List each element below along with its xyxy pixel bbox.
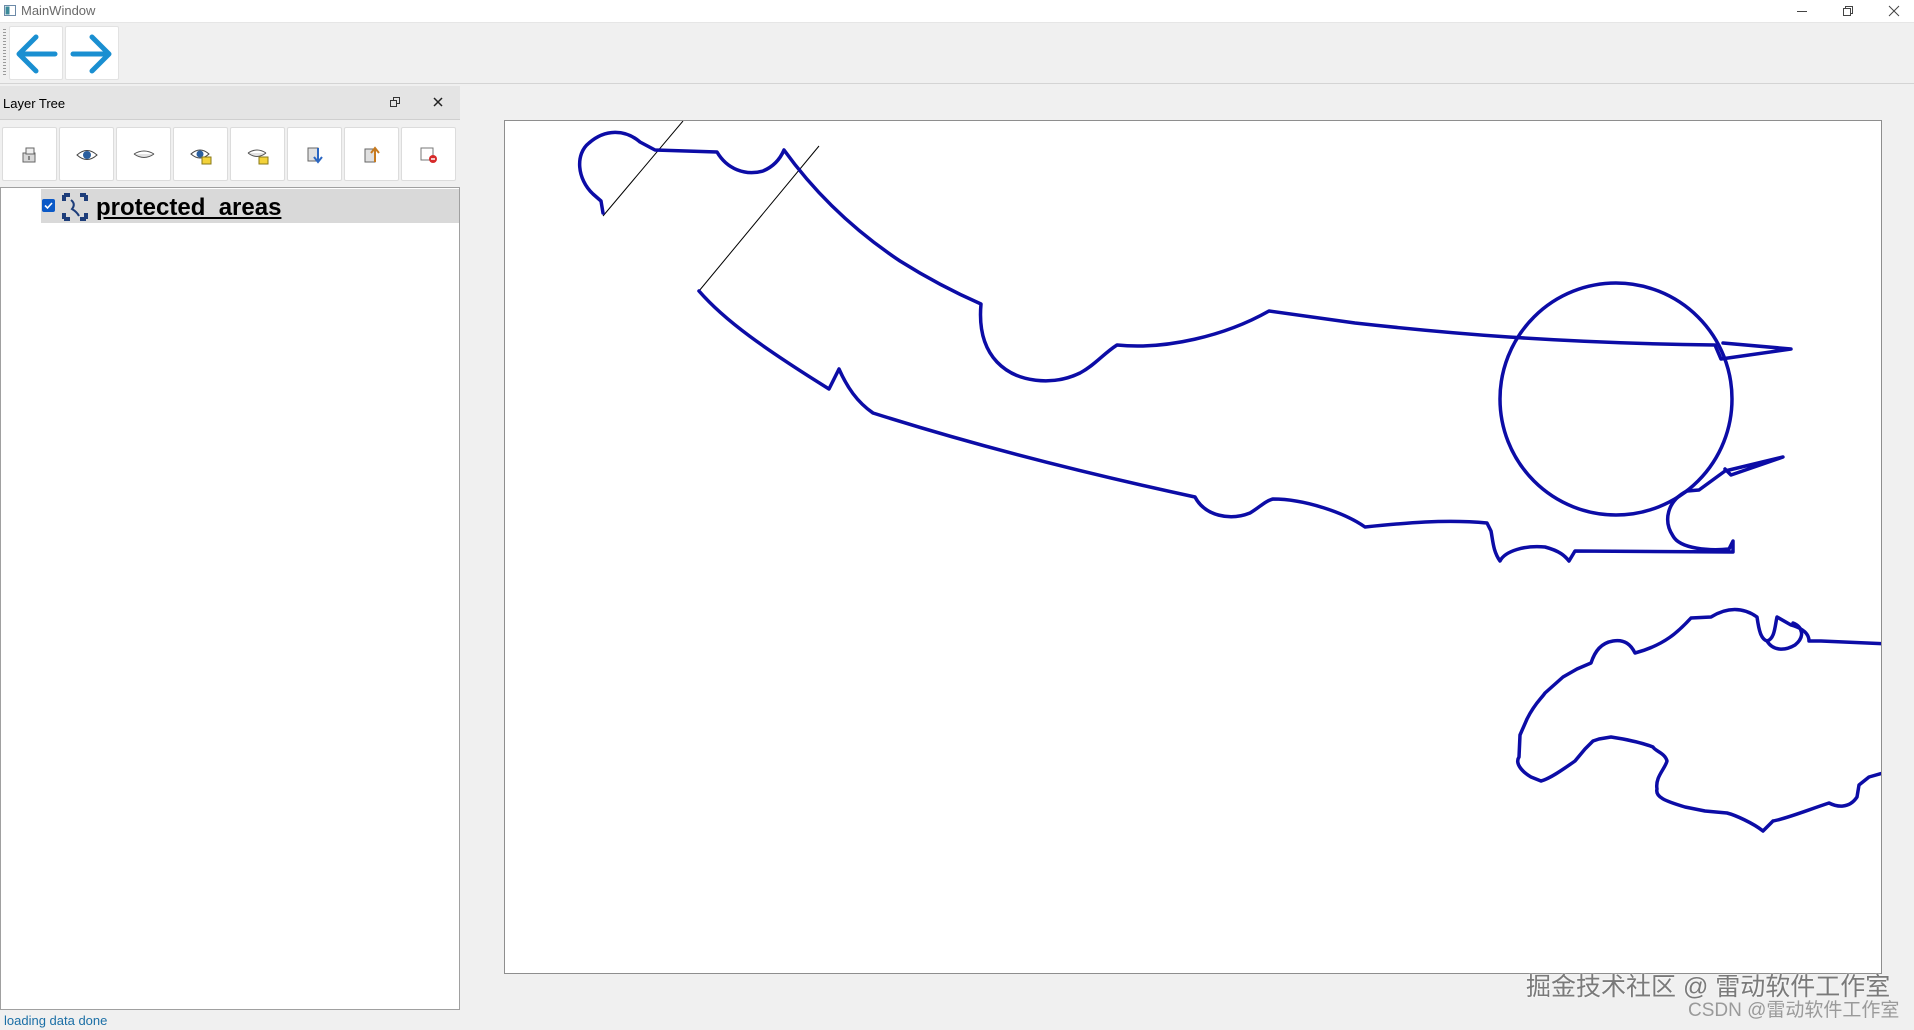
minimize-icon: [1797, 11, 1807, 12]
layer-tree-dock-title[interactable]: Layer Tree: [0, 86, 460, 120]
hide-selected-button[interactable]: [230, 127, 285, 181]
map-features: [577, 121, 1881, 833]
close-window-button[interactable]: [1871, 0, 1914, 22]
show-all-icon: [76, 150, 98, 160]
main-toolbar: [0, 23, 1914, 84]
add-group-icon: [22, 147, 36, 163]
move-down-icon: [307, 147, 323, 164]
toolbar-grip[interactable]: [3, 29, 6, 77]
window-title: MainWindow: [21, 3, 96, 18]
restore-button[interactable]: [1825, 0, 1871, 22]
float-dock-icon[interactable]: [388, 95, 402, 109]
show-selected-button[interactable]: [173, 127, 228, 181]
hide-selected-icon: [247, 149, 269, 165]
add-group-button[interactable]: [2, 127, 57, 181]
forward-button[interactable]: [65, 26, 119, 80]
restore-icon: [1843, 6, 1853, 16]
minimize-button[interactable]: [1779, 0, 1825, 22]
hide-all-icon: [133, 150, 155, 158]
arrow-right-icon: [70, 34, 112, 74]
watermark-juejin: 掘金技术社区 @ 雷动软件工作室: [1526, 973, 1891, 1001]
back-button[interactable]: [9, 26, 63, 80]
watermark-csdn: CSDN @雷动软件工作室: [1688, 1000, 1900, 1021]
arrow-left-icon: [16, 34, 58, 74]
close-icon: [1888, 5, 1900, 17]
protected-area-polygon-north-south-edge: [697, 289, 1785, 563]
layer-tree-title: Layer Tree: [3, 96, 66, 111]
checkmark-icon: [44, 202, 53, 210]
protected-area-polygon-south: [1516, 607, 1881, 833]
remove-layer-button[interactable]: [401, 127, 456, 181]
move-up-button[interactable]: [344, 127, 399, 181]
thin-connector-line: [698, 145, 820, 292]
move-up-icon: [364, 146, 380, 163]
close-dock-icon[interactable]: [430, 94, 446, 110]
layer-tools-bar: [0, 122, 460, 184]
app-icon: [4, 5, 16, 16]
map-canvas[interactable]: [504, 120, 1882, 974]
remove-layer-icon: [420, 147, 437, 163]
title-bar: MainWindow: [0, 0, 1914, 23]
layer-row-protected-areas[interactable]: protected_areas: [41, 189, 459, 223]
circular-buffer-zone: [1498, 281, 1734, 517]
show-selected-icon: [190, 149, 212, 165]
polygon-layer-icon: [62, 193, 88, 221]
layer-visibility-checkbox[interactable]: [42, 199, 55, 212]
thin-connector-line: [602, 121, 684, 217]
show-all-button[interactable]: [59, 127, 114, 181]
layer-name: protected_areas: [96, 194, 282, 221]
hide-all-button[interactable]: [116, 127, 171, 181]
move-down-button[interactable]: [287, 127, 342, 181]
layer-tree-panel: protected_areas: [0, 187, 460, 1010]
status-bar-text: loading data done: [4, 1013, 108, 1028]
